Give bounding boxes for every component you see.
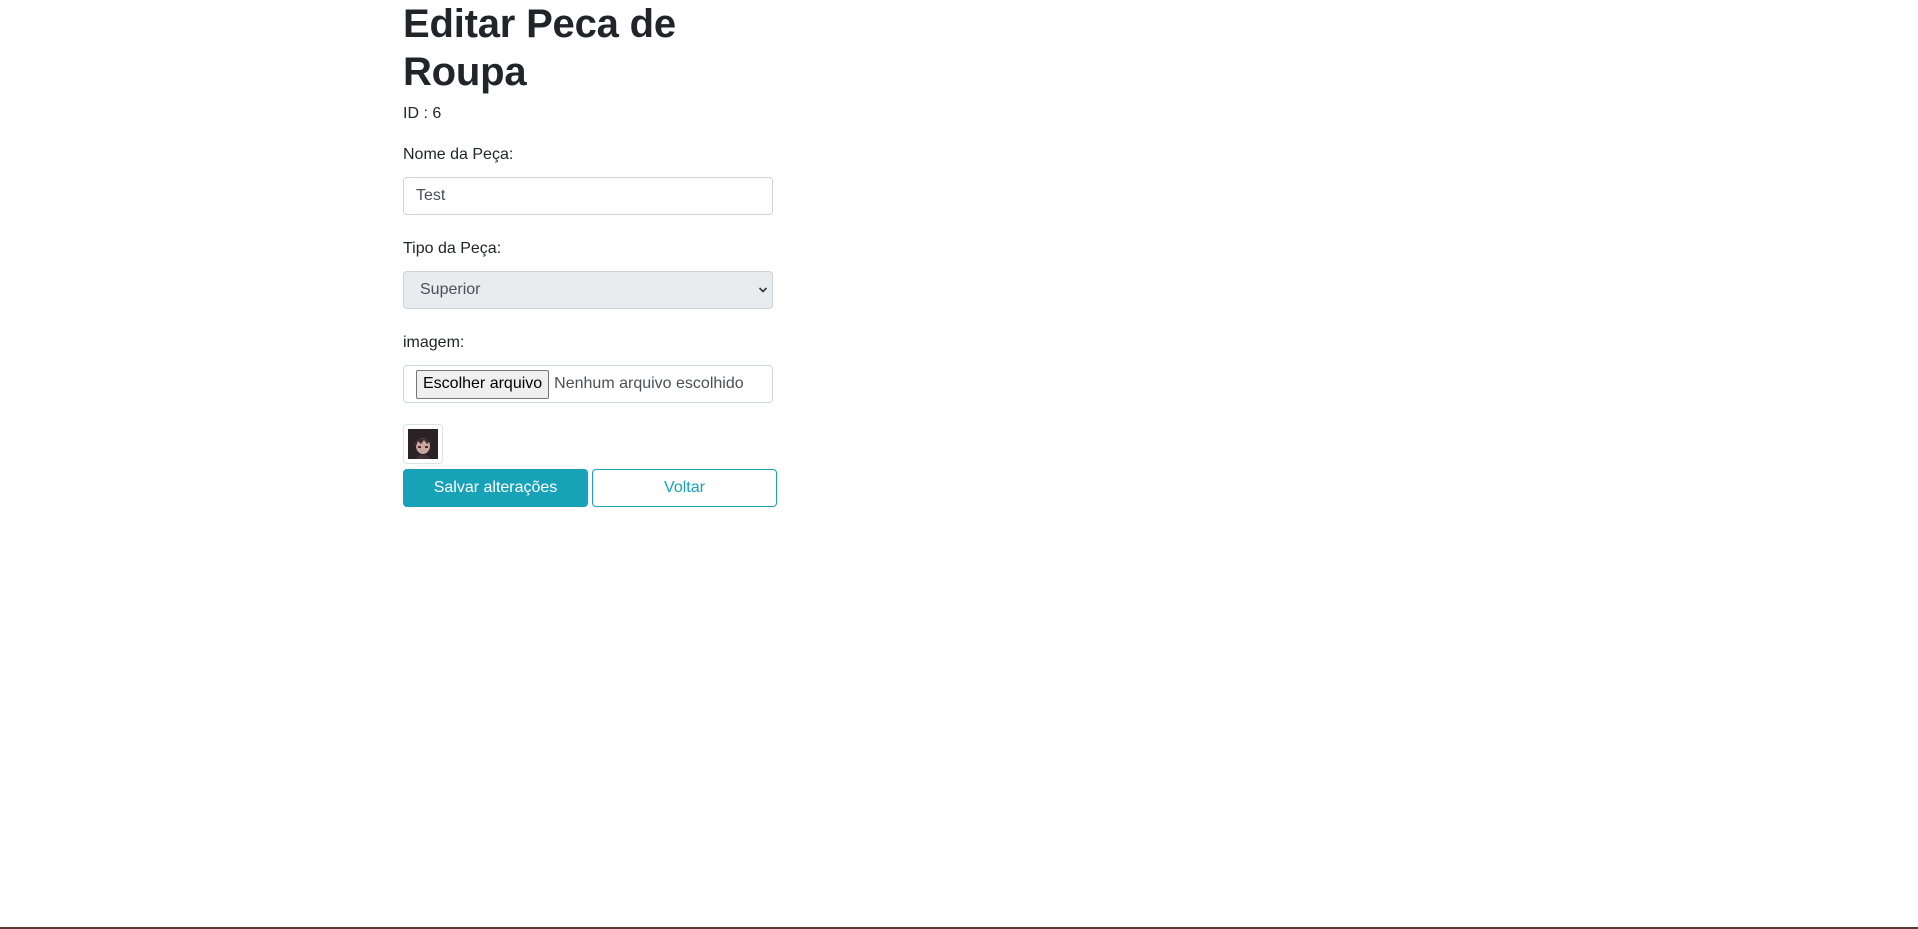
back-button[interactable]: Voltar bbox=[592, 469, 777, 507]
item-id: ID : 6 bbox=[403, 105, 442, 122]
avatar-thumbnail-icon bbox=[408, 429, 438, 459]
form-actions: Salvar alterações Voltar bbox=[403, 469, 803, 507]
nome-label: Nome da Peça: bbox=[403, 146, 514, 163]
tipo-label: Tipo da Peça: bbox=[403, 240, 502, 257]
page: Editar Peca de Roupa ID : 6 Nome da Peça… bbox=[0, 0, 1918, 929]
save-button[interactable]: Salvar alterações bbox=[403, 469, 588, 507]
nome-input-value: Test bbox=[416, 187, 446, 204]
nome-input[interactable]: Test bbox=[403, 177, 773, 215]
file-status: Nenhum arquivo escolhido bbox=[554, 375, 744, 392]
tipo-select[interactable]: Superior bbox=[403, 271, 773, 309]
imagem-file-input[interactable]: Escolher arquivo Nenhum arquivo escolhid… bbox=[403, 365, 773, 403]
choose-file-button[interactable]: Escolher arquivo bbox=[416, 369, 550, 399]
imagem-label: imagem: bbox=[403, 334, 465, 351]
image-thumbnail bbox=[403, 424, 443, 464]
chevron-down-icon bbox=[758, 287, 768, 293]
tipo-select-value: Superior bbox=[420, 281, 481, 298]
edit-form-container: Editar Peca de Roupa ID : 6 Nome da Peça… bbox=[403, 0, 803, 507]
page-title: Editar Peca de Roupa bbox=[403, 2, 676, 94]
